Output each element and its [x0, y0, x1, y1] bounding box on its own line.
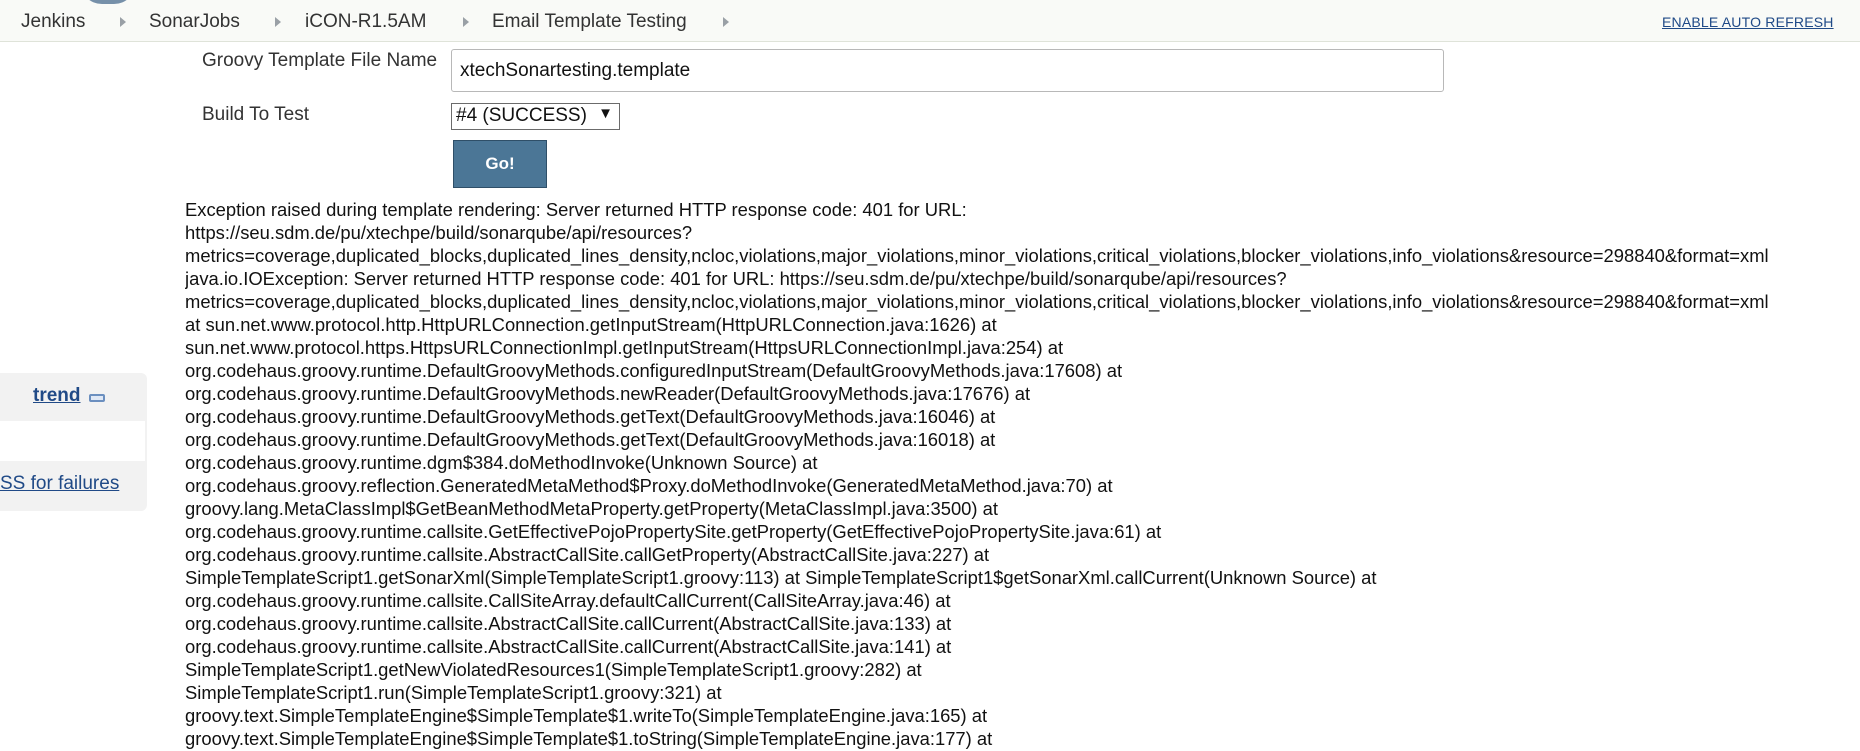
- trace-line: metrics=coverage,duplicated_blocks,dupli…: [185, 291, 1769, 312]
- build-to-test-label: Build To Test: [202, 104, 310, 125]
- breadcrumb: Jenkins SonarJobs iCON-R1.5AM Email Temp…: [0, 0, 1860, 42]
- trend-link[interactable]: trend: [33, 385, 81, 407]
- template-file-label: Groovy Template File Name: [202, 50, 438, 71]
- trace-line: org.codehaus.groovy.runtime.callsite.Get…: [185, 521, 1162, 542]
- template-file-input[interactable]: [451, 49, 1444, 92]
- build-select-value: #4 (SUCCESS): [456, 105, 587, 126]
- trace-line: org.codehaus.groovy.runtime.DefaultGroov…: [185, 383, 1031, 404]
- breadcrumb-sonarjobs[interactable]: SonarJobs: [149, 11, 240, 33]
- build-select[interactable]: #4 (SUCCESS) ▼: [451, 103, 620, 130]
- trace-line: groovy.text.SimpleTemplateEngine$SimpleT…: [185, 705, 988, 726]
- dropdown-arrow-icon: ▼: [598, 105, 613, 122]
- breadcrumb-email-template-testing[interactable]: Email Template Testing: [492, 11, 687, 33]
- breadcrumb-jenkins[interactable]: Jenkins: [21, 11, 85, 33]
- trace-line: org.codehaus.groovy.reflection.Generated…: [185, 475, 1113, 496]
- trace-line: at sun.net.www.protocol.http.HttpURLConn…: [185, 314, 997, 335]
- trace-line: org.codehaus.groovy.runtime.callsite.Abs…: [185, 544, 990, 565]
- jenkins-logo[interactable]: [80, 0, 136, 4]
- breadcrumb-chevron-icon[interactable]: [120, 17, 126, 27]
- trace-line: org.codehaus.groovy.runtime.callsite.Abs…: [185, 636, 952, 657]
- trace-line: org.codehaus.groovy.runtime.callsite.Cal…: [185, 590, 951, 611]
- trace-line: org.codehaus.groovy.runtime.callsite.Abs…: [185, 613, 952, 634]
- rss-failures-link[interactable]: SS for failures: [0, 473, 119, 495]
- trace-line: groovy.text.SimpleTemplateEngine$SimpleT…: [185, 728, 993, 749]
- trace-line: https://seu.sdm.de/pu/xtechpe/build/sona…: [185, 222, 693, 243]
- trace-line: SimpleTemplateScript1.run(SimpleTemplate…: [185, 682, 722, 703]
- trace-line: org.codehaus.groovy.runtime.DefaultGroov…: [185, 406, 996, 427]
- error-trace: Exception raised during template renderi…: [185, 198, 1860, 750]
- trace-line: java.io.IOException: Server returned HTT…: [185, 268, 1287, 289]
- breadcrumb-chevron-icon[interactable]: [275, 17, 281, 27]
- enable-auto-refresh-link[interactable]: ENABLE AUTO REFRESH: [1662, 14, 1834, 30]
- trace-line: sun.net.www.protocol.https.HttpsURLConne…: [185, 337, 1064, 358]
- breadcrumb-icon-r15am[interactable]: iCON-R1.5AM: [305, 11, 426, 33]
- trend-collapse-icon[interactable]: [89, 394, 105, 402]
- trace-line: SimpleTemplateScript1.getSonarXml(Simple…: [185, 567, 1377, 588]
- trace-line: metrics=coverage,duplicated_blocks,dupli…: [185, 245, 1769, 266]
- trace-line: org.codehaus.groovy.runtime.dgm$384.doMe…: [185, 452, 818, 473]
- breadcrumb-chevron-icon[interactable]: [723, 17, 729, 27]
- trace-line: org.codehaus.groovy.runtime.DefaultGroov…: [185, 360, 1123, 381]
- go-button[interactable]: Go!: [453, 140, 547, 188]
- trace-line: SimpleTemplateScript1.getNewViolatedReso…: [185, 659, 922, 680]
- trace-line: org.codehaus.groovy.runtime.DefaultGroov…: [185, 429, 996, 450]
- side-panel-divider: [0, 421, 145, 461]
- trace-line: groovy.lang.MetaClassImpl$GetBeanMethodM…: [185, 498, 998, 519]
- breadcrumb-chevron-icon[interactable]: [463, 17, 469, 27]
- trace-line: Exception raised during template renderi…: [185, 199, 967, 220]
